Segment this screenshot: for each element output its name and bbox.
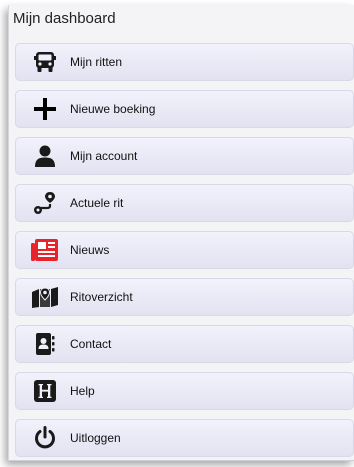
menu-item-ritoverzicht[interactable]: Ritoverzicht [15, 278, 354, 316]
menu-item-contact[interactable]: Contact [15, 325, 354, 363]
menu-item-uitloggen[interactable]: Uitloggen [15, 419, 354, 457]
menu-item-nieuwe-boeking[interactable]: Nieuwe boeking [15, 90, 354, 128]
bus-icon [30, 49, 60, 75]
menu-item-help[interactable]: Help [15, 372, 354, 410]
plus-icon [30, 96, 60, 122]
address-book-icon [30, 331, 60, 357]
user-icon [30, 143, 60, 169]
dashboard-title: Mijn dashboard [13, 10, 116, 27]
menu-item-label: Uitloggen [70, 431, 121, 445]
route-icon [30, 190, 60, 216]
menu-item-mijn-account[interactable]: Mijn account [15, 137, 354, 175]
menu-item-label: Mijn ritten [70, 55, 123, 69]
menu-item-label: Nieuwe boeking [70, 102, 156, 116]
power-icon [30, 425, 60, 451]
menu-item-mijn-ritten[interactable]: Mijn ritten [15, 43, 354, 81]
menu-item-label: Nieuws [70, 243, 110, 257]
help-h-icon [30, 378, 60, 404]
menu-item-actuele-rit[interactable]: Actuele rit [15, 184, 354, 222]
menu-item-label: Contact [70, 337, 112, 351]
menu-item-label: Actuele rit [70, 196, 124, 210]
dashboard-menu: Mijn ritten Nieuwe boeking Mijn account [15, 43, 354, 466]
menu-item-nieuws[interactable]: Nieuws [15, 231, 354, 269]
menu-item-label: Mijn account [70, 149, 138, 163]
map-pin-icon [30, 284, 60, 310]
menu-item-label: Ritoverzicht [70, 290, 133, 304]
menu-item-label: Help [70, 384, 95, 398]
newspaper-icon [30, 237, 60, 263]
dashboard-panel: Mijn dashboard Mijn ritten Nieuwe boekin… [8, 5, 354, 461]
